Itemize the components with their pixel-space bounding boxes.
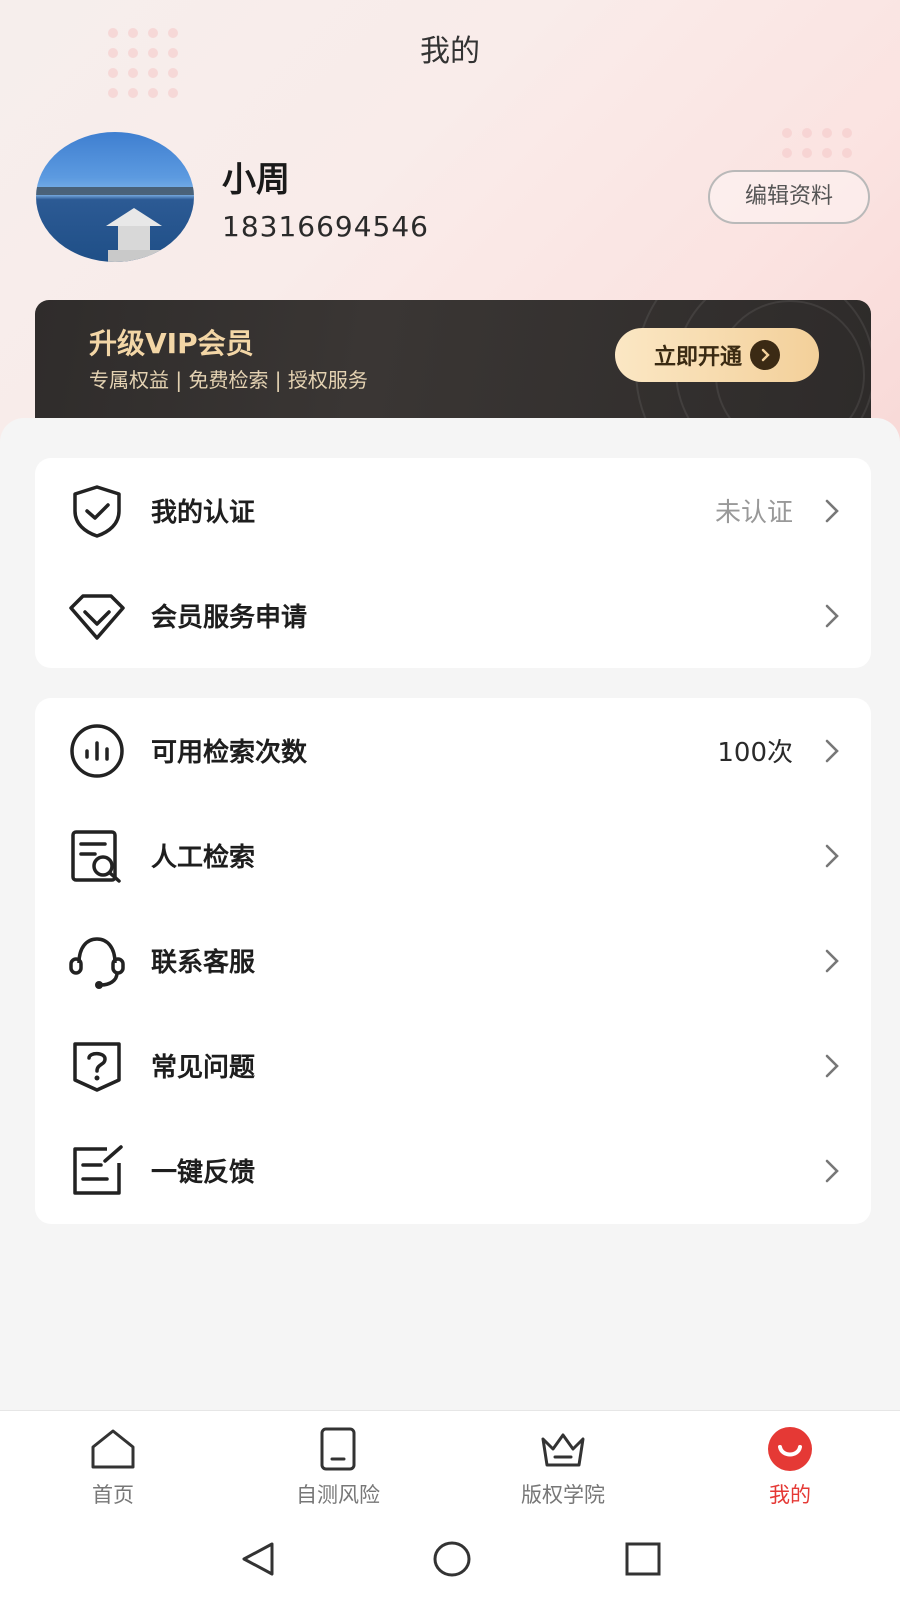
tab-label: 我的 — [769, 1483, 811, 1507]
certification-status: 未认证 — [714, 498, 793, 528]
question-shield-icon — [73, 1041, 121, 1092]
tab-label: 自测风险 — [296, 1483, 380, 1507]
tab-copyright-academy[interactable]: 版权学院 — [483, 1425, 643, 1509]
vip-activate-label: 立即开通 — [653, 345, 742, 370]
menu-item-label: 我的认证 — [151, 498, 256, 528]
chevron-right-icon — [825, 844, 839, 867]
chevron-right-icon — [825, 1159, 839, 1182]
shield-check-icon — [73, 484, 121, 538]
avatar[interactable] — [36, 132, 194, 262]
crown-icon — [541, 1433, 585, 1467]
smile-icon — [768, 1427, 812, 1471]
menu-item-search-count[interactable]: 可用检索次数 100次 — [35, 698, 871, 803]
document-search-icon — [71, 829, 121, 883]
recent-apps-icon[interactable] — [624, 1540, 662, 1578]
menu-item-certification[interactable]: 我的认证 未认证 — [35, 458, 871, 563]
vip-subtitle: 专属权益 | 免费检索 | 授权服务 — [89, 368, 368, 392]
tab-self-test-risk[interactable]: 自测风险 — [258, 1425, 418, 1509]
user-phone: 18316694546 — [222, 210, 429, 243]
chevron-right-icon — [825, 604, 839, 627]
vip-banner[interactable]: 升级VIP会员 专属权益 | 免费检索 | 授权服务 立即开通 — [35, 300, 871, 418]
page-title: 我的 — [420, 34, 480, 69]
user-name: 小周 — [222, 160, 290, 200]
headset-icon — [69, 936, 125, 989]
bar-chart-circle-icon — [70, 723, 124, 778]
menu-item-contact-support[interactable]: 联系客服 — [35, 908, 871, 1013]
vip-title: 升级VIP会员 — [89, 327, 254, 360]
chevron-right-icon — [750, 340, 780, 370]
system-navigation-bar — [0, 1522, 900, 1600]
chevron-right-icon — [825, 499, 839, 522]
tab-label: 首页 — [92, 1483, 134, 1507]
home-circle-icon[interactable] — [432, 1540, 472, 1578]
menu-item-label: 会员服务申请 — [151, 603, 308, 633]
feedback-edit-icon — [73, 1144, 123, 1195]
menu-item-label: 常见问题 — [151, 1053, 256, 1083]
menu-item-manual-search[interactable]: 人工检索 — [35, 803, 871, 908]
menu-card-services: 可用检索次数 100次 人工检索 联系客服 常见问题 一键反馈 — [35, 698, 871, 1224]
chevron-right-icon — [825, 739, 839, 762]
menu-item-membership-apply[interactable]: 会员服务申请 — [35, 563, 871, 668]
home-icon — [91, 1429, 135, 1469]
menu-item-label: 可用检索次数 — [151, 738, 308, 768]
back-icon[interactable] — [240, 1540, 276, 1578]
bottom-tab-bar: 首页 自测风险 版权学院 我的 — [0, 1410, 900, 1522]
menu-item-label: 一键反馈 — [151, 1158, 256, 1188]
menu-item-feedback[interactable]: 一键反馈 — [35, 1118, 871, 1223]
tablet-icon — [320, 1427, 356, 1471]
diamond-icon — [69, 593, 125, 640]
tab-home[interactable]: 首页 — [33, 1425, 193, 1509]
menu-item-faq[interactable]: 常见问题 — [35, 1013, 871, 1118]
menu-item-label: 人工检索 — [151, 843, 256, 873]
search-count-value: 100次 — [717, 738, 793, 768]
vip-activate-button[interactable]: 立即开通 — [615, 328, 819, 382]
chevron-right-icon — [825, 949, 839, 972]
chevron-right-icon — [825, 1054, 839, 1077]
tab-mine[interactable]: 我的 — [710, 1425, 870, 1509]
menu-card-certification: 我的认证 未认证 会员服务申请 — [35, 458, 871, 668]
menu-item-label: 联系客服 — [151, 948, 256, 978]
tab-label: 版权学院 — [521, 1483, 605, 1507]
edit-profile-button[interactable]: 编辑资料 — [708, 170, 870, 224]
decorative-dots — [782, 128, 852, 158]
